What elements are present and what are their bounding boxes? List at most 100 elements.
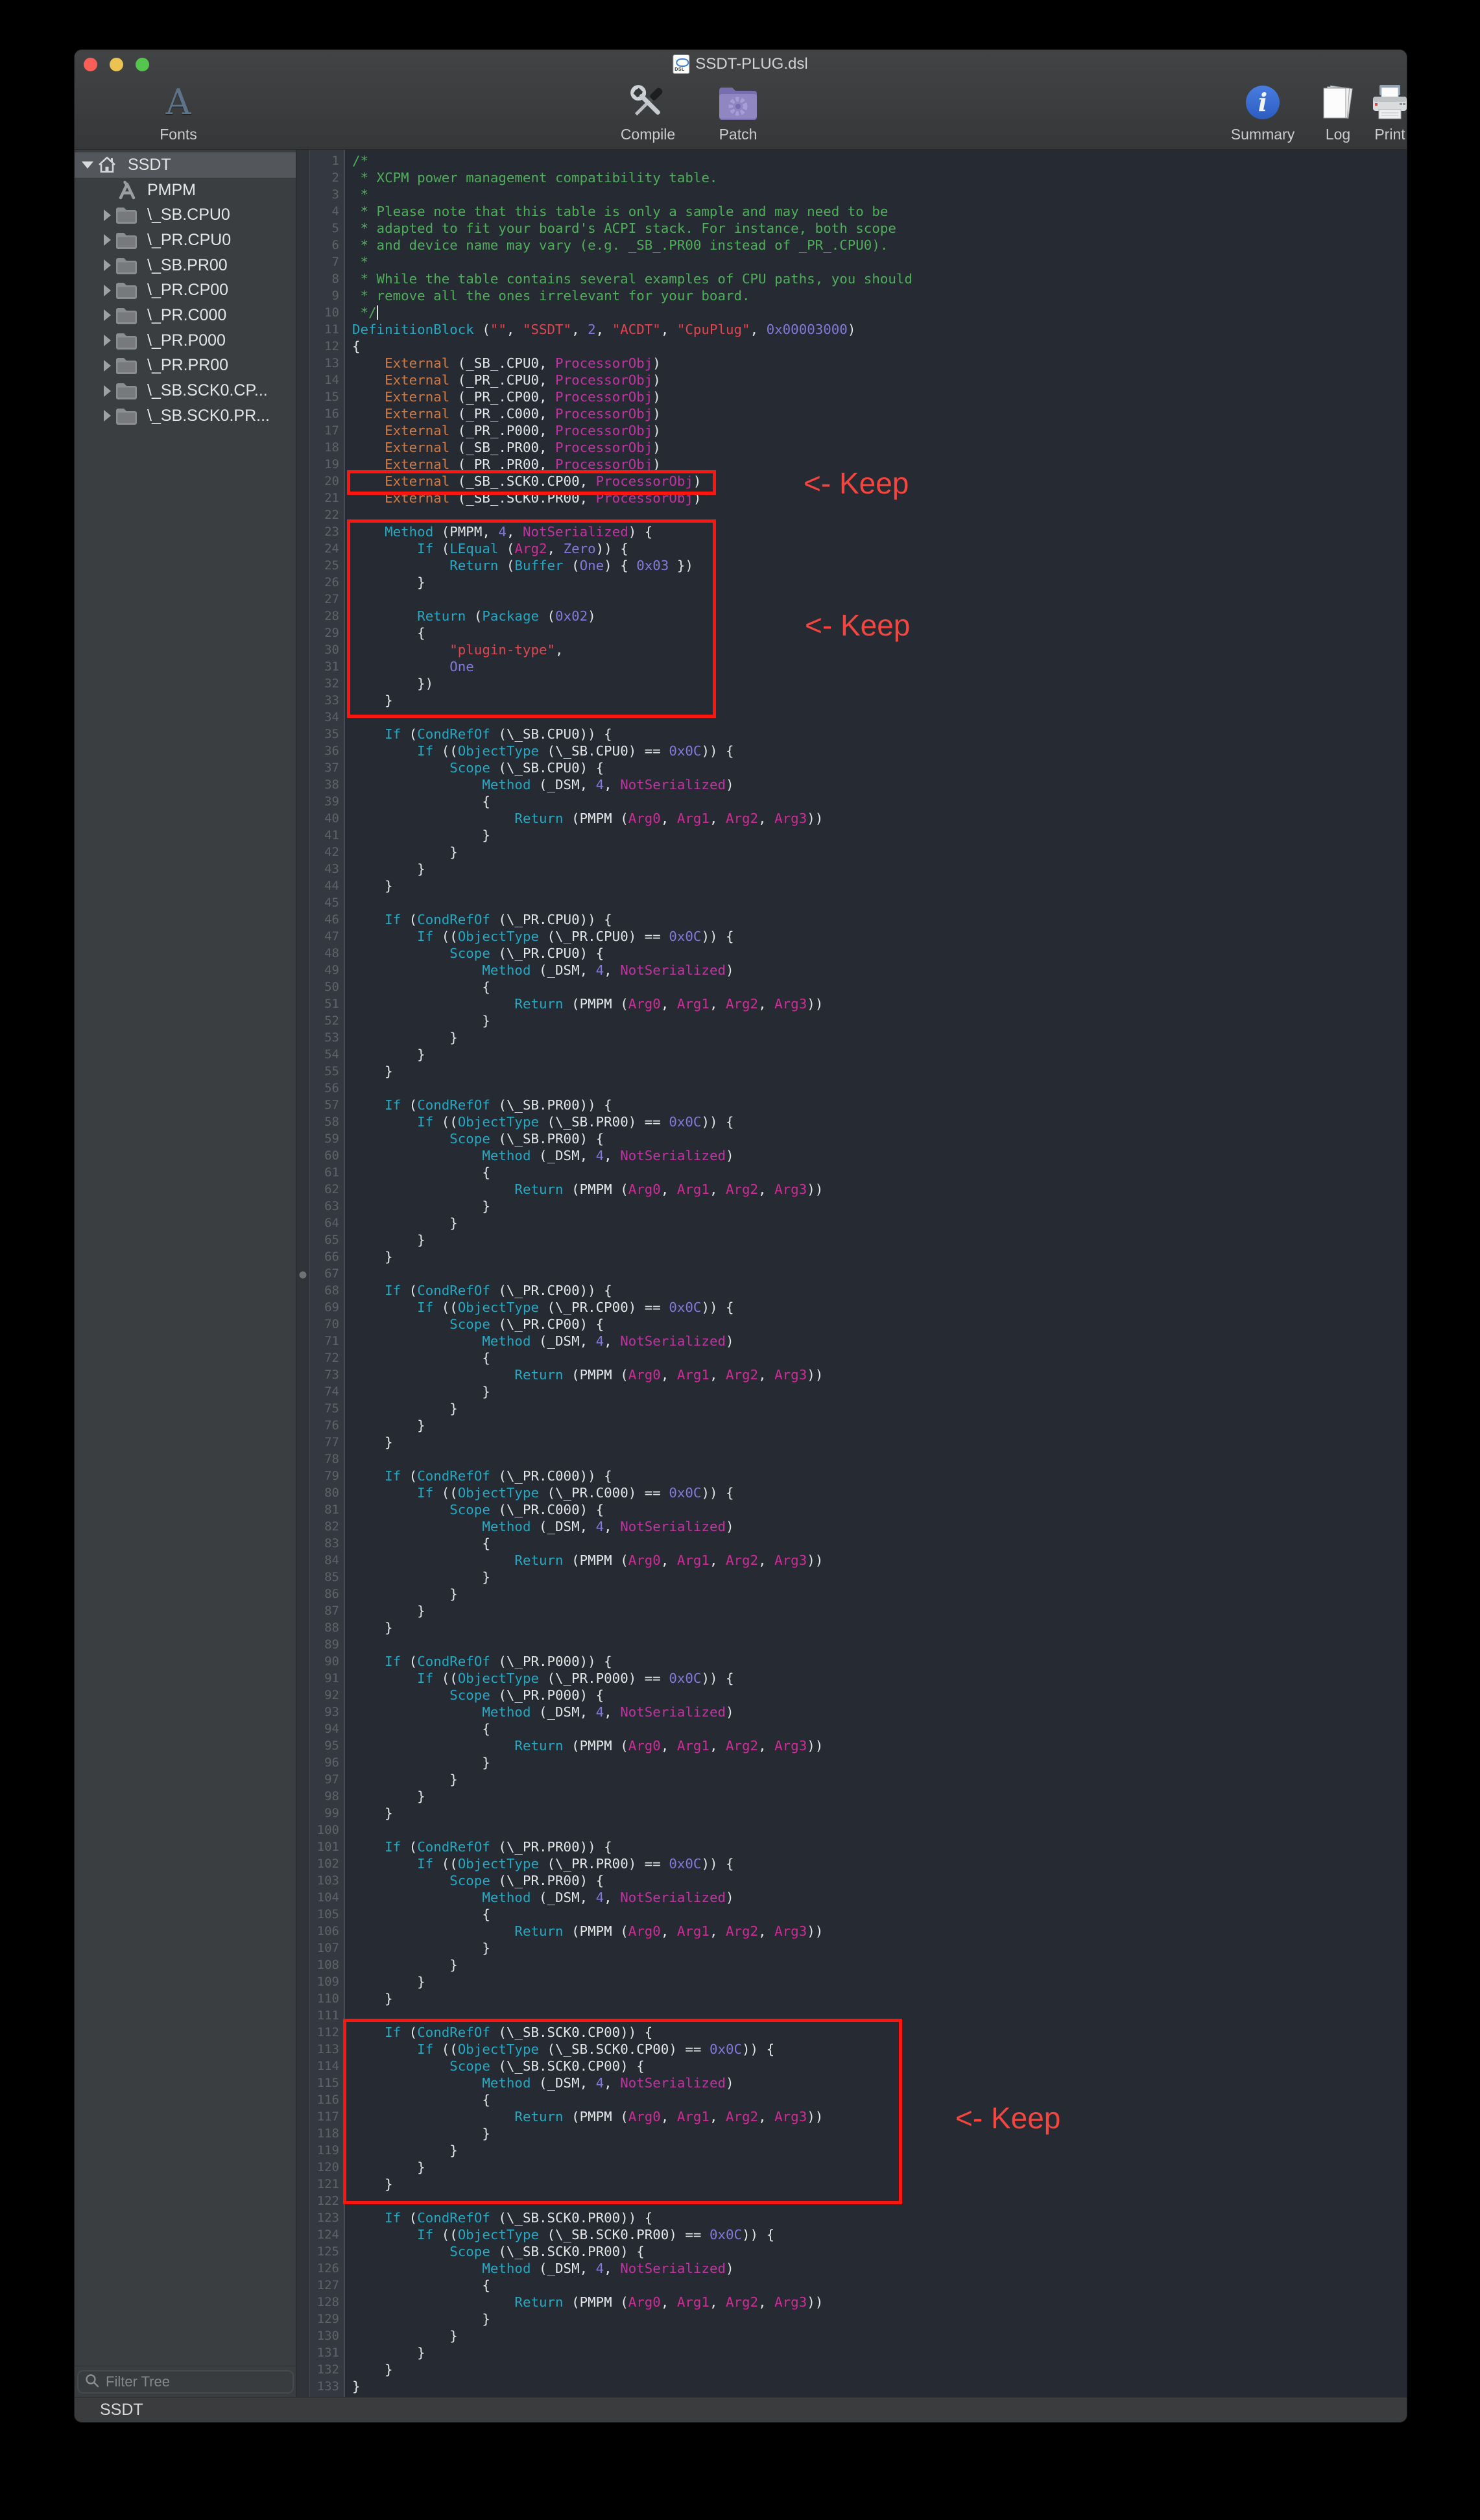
code-line[interactable]: }: [352, 1956, 1407, 1973]
code-line[interactable]: * Please note that this table is only a …: [352, 203, 1407, 220]
disclosure-triangle-icon[interactable]: [101, 234, 113, 246]
code-line[interactable]: If (CondRefOf (\_SB.CPU0)) {: [352, 726, 1407, 743]
code-line[interactable]: Scope (\_SB.SCK0.CP00) {: [352, 2058, 1407, 2074]
code-line[interactable]: }: [352, 844, 1407, 861]
code-line[interactable]: }: [352, 1063, 1407, 1080]
code-line[interactable]: }: [352, 1417, 1407, 1434]
code-line[interactable]: [352, 2193, 1407, 2209]
code-line[interactable]: {: [352, 1720, 1407, 1737]
code-line[interactable]: }: [352, 2378, 1407, 2395]
code-line[interactable]: }: [352, 1940, 1407, 1956]
code-line[interactable]: External (_PR_.PR00, ProcessorObj): [352, 456, 1407, 473]
code-line[interactable]: }: [352, 877, 1407, 894]
titlebar[interactable]: SSDT-PLUG.dsl: [75, 50, 1407, 78]
code-line[interactable]: Scope (\_PR.CPU0) {: [352, 945, 1407, 962]
code-line[interactable]: }: [352, 1400, 1407, 1417]
code-line[interactable]: [352, 709, 1407, 726]
code-line[interactable]: If (CondRefOf (\_PR.PR00)) {: [352, 1838, 1407, 1855]
code-line[interactable]: }: [352, 2159, 1407, 2176]
disclosure-triangle-icon[interactable]: [101, 335, 113, 346]
code-line[interactable]: }: [352, 1569, 1407, 1586]
code-line[interactable]: If (CondRefOf (\_PR.CPU0)) {: [352, 911, 1407, 928]
code-line[interactable]: }: [352, 1586, 1407, 1602]
code-line[interactable]: If (CondRefOf (\_PR.C000)) {: [352, 1468, 1407, 1484]
code-line[interactable]: [352, 506, 1407, 523]
code-line[interactable]: *: [352, 254, 1407, 270]
code-line[interactable]: Scope (\_PR.PR00) {: [352, 1872, 1407, 1889]
tree-item-sbpr00[interactable]: \_SB.PR00: [75, 253, 296, 278]
code-line[interactable]: * adapted to fit your board's ACPI stack…: [352, 220, 1407, 237]
code-line[interactable]: Method (_DSM, 4, NotSerialized): [352, 1889, 1407, 1906]
code-line[interactable]: If (LEqual (Arg2, Zero)) {: [352, 540, 1407, 557]
code-line[interactable]: [352, 1636, 1407, 1653]
code-line[interactable]: {: [352, 979, 1407, 995]
code-line[interactable]: }: [352, 1383, 1407, 1400]
code-line[interactable]: External (_PR_.CP00, ProcessorObj): [352, 388, 1407, 405]
code-line[interactable]: If (CondRefOf (\_SB.SCK0.PR00)) {: [352, 2209, 1407, 2226]
code-line[interactable]: }: [352, 1602, 1407, 1619]
code-line[interactable]: If ((ObjectType (\_SB.PR00) == 0x0C)) {: [352, 1113, 1407, 1130]
code-line[interactable]: One: [352, 658, 1407, 675]
disclosure-triangle-icon[interactable]: [101, 209, 113, 221]
code-line[interactable]: }: [352, 1805, 1407, 1822]
tree-item-prcpu0[interactable]: \_PR.CPU0: [75, 228, 296, 253]
code-line[interactable]: {: [352, 1349, 1407, 1366]
code-line[interactable]: If (CondRefOf (\_SB.PR00)) {: [352, 1097, 1407, 1113]
tree-item-pmpm[interactable]: PMPM: [75, 178, 296, 203]
code-line[interactable]: Method (_DSM, 4, NotSerialized): [352, 962, 1407, 979]
code-line[interactable]: }: [352, 827, 1407, 844]
code-line[interactable]: [352, 894, 1407, 911]
code-line[interactable]: Return (PMPM (Arg0, Arg1, Arg2, Arg3)): [352, 2108, 1407, 2125]
code-line[interactable]: Return (PMPM (Arg0, Arg1, Arg2, Arg3)): [352, 810, 1407, 827]
code-line[interactable]: If ((ObjectType (\_PR.C000) == 0x0C)) {: [352, 1484, 1407, 1501]
patch-button[interactable]: Patch: [702, 82, 774, 142]
code-line[interactable]: [352, 1265, 1407, 1282]
code-line[interactable]: {: [352, 2091, 1407, 2108]
code-line[interactable]: }: [352, 2311, 1407, 2327]
code-line[interactable]: *: [352, 186, 1407, 203]
code-line[interactable]: Method (_DSM, 4, NotSerialized): [352, 2260, 1407, 2277]
code-line[interactable]: Scope (\_PR.C000) {: [352, 1501, 1407, 1518]
disclosure-triangle-icon[interactable]: [81, 161, 94, 169]
code-line[interactable]: }: [352, 1788, 1407, 1805]
code-line[interactable]: }: [352, 1754, 1407, 1771]
code-editor[interactable]: 1234567891011121314151617181920212223242…: [310, 150, 1407, 2397]
code-line[interactable]: * remove all the ones irrelevant for you…: [352, 287, 1407, 304]
tree-item-sbsck0pr[interactable]: \_SB.SCK0.PR...: [75, 403, 296, 429]
code-line[interactable]: If ((ObjectType (\_PR.CP00) == 0x0C)) {: [352, 1299, 1407, 1316]
tree-item-sbsck0cp[interactable]: \_SB.SCK0.CP...: [75, 378, 296, 403]
code-line[interactable]: }: [352, 2361, 1407, 2378]
tree-item-prpr00[interactable]: \_PR.PR00: [75, 353, 296, 379]
code-line[interactable]: If ((ObjectType (\_SB.SCK0.PR00) == 0x0C…: [352, 2226, 1407, 2243]
code-line[interactable]: }: [352, 1990, 1407, 2007]
pane-splitter[interactable]: [296, 150, 310, 2397]
code-line[interactable]: }: [352, 2125, 1407, 2142]
tree-item-prc000[interactable]: \_PR.C000: [75, 303, 296, 328]
code-line[interactable]: }: [352, 692, 1407, 709]
code-line[interactable]: If ((ObjectType (\_PR.P000) == 0x0C)) {: [352, 1670, 1407, 1687]
disclosure-triangle-icon[interactable]: [101, 259, 113, 271]
code-line[interactable]: If ((ObjectType (\_PR.PR00) == 0x0C)) {: [352, 1855, 1407, 1872]
code-line[interactable]: [352, 591, 1407, 608]
code-line[interactable]: Method (PMPM, 4, NotSerialized) {: [352, 523, 1407, 540]
disclosure-triangle-icon[interactable]: [101, 385, 113, 397]
code-line[interactable]: }: [352, 1046, 1407, 1063]
code-line[interactable]: Scope (\_SB.SCK0.PR00) {: [352, 2243, 1407, 2260]
code-line[interactable]: }: [352, 2327, 1407, 2344]
code-line[interactable]: }: [352, 2176, 1407, 2193]
code-line[interactable]: If (CondRefOf (\_PR.P000)) {: [352, 1653, 1407, 1670]
code-line[interactable]: }: [352, 1248, 1407, 1265]
code-line[interactable]: If ((ObjectType (\_SB.CPU0) == 0x0C)) {: [352, 743, 1407, 759]
code-line[interactable]: Scope (\_PR.P000) {: [352, 1687, 1407, 1704]
code-line[interactable]: [352, 1822, 1407, 1838]
code-line[interactable]: External (_PR_.P000, ProcessorObj): [352, 422, 1407, 439]
code-line[interactable]: }: [352, 861, 1407, 877]
code-line[interactable]: [352, 2007, 1407, 2024]
code-line[interactable]: Return (PMPM (Arg0, Arg1, Arg2, Arg3)): [352, 1923, 1407, 1940]
code-line[interactable]: Method (_DSM, 4, NotSerialized): [352, 1518, 1407, 1535]
summary-button[interactable]: i Summary: [1224, 82, 1302, 142]
code-line[interactable]: }: [352, 2142, 1407, 2159]
filter-tree-input[interactable]: [104, 2373, 292, 2391]
code-line[interactable]: "plugin-type",: [352, 641, 1407, 658]
code-line[interactable]: }: [352, 1434, 1407, 1451]
